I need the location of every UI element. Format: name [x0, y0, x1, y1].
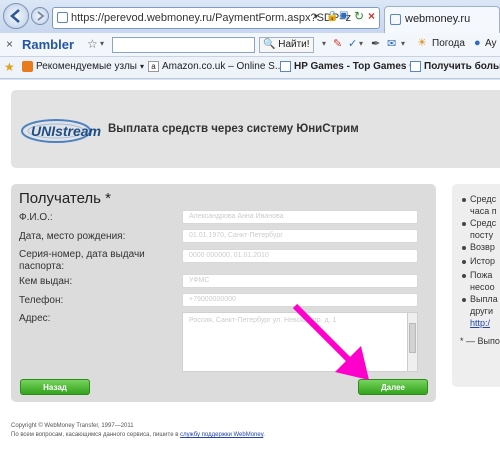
- weather-label[interactable]: Погода: [432, 38, 465, 49]
- chevron-down-icon[interactable]: ▾: [322, 39, 326, 48]
- sidebar-item: Пожа: [470, 270, 493, 280]
- weather-icon[interactable]: ☀: [417, 36, 427, 49]
- tab-page-icon: [390, 14, 401, 25]
- info-sidebar: Средс часа п Средс посту Возвр Истор Пож…: [452, 184, 500, 387]
- logo-text: UNIstream: [31, 123, 102, 139]
- address-text: https://perevod.webmoney.ru/PaymentForm.…: [71, 12, 352, 24]
- favorite-item[interactable]: a Amazon.co.uk – Online S...: [148, 61, 283, 72]
- browser-navigation-bar: https://perevod.webmoney.ru/PaymentForm.…: [0, 0, 500, 33]
- sidebar-note: * — Выпо: [460, 336, 500, 346]
- page-content: UNIstream Выплата средств через систему …: [0, 80, 500, 449]
- support-link[interactable]: службу поддержки WebMoney: [180, 432, 263, 438]
- service-header: UNIstream Выплата средств через систему …: [11, 90, 500, 168]
- page-title: Выплата средств через систему ЮниСтрим: [108, 123, 359, 135]
- tab-title: webmoney.ru: [405, 13, 471, 25]
- bullet: [462, 260, 466, 264]
- rambler-search-button[interactable]: 🔍 Найти!: [259, 37, 314, 53]
- issued-by-field[interactable]: УФМС: [182, 274, 418, 288]
- search-icon: 🔍: [263, 39, 276, 50]
- compat-icon[interactable]: ▣: [339, 10, 348, 21]
- passport-field[interactable]: 0000 000000, 01.01.2010: [182, 249, 418, 263]
- favorite-item[interactable]: HP Games - Top Games▾: [280, 61, 413, 72]
- field-label-name: Ф.И.О.:: [19, 212, 53, 223]
- birth-date-place-field[interactable]: 01.01.1970, Санкт-Петербург: [182, 229, 418, 243]
- chevron-down-icon[interactable]: ▾: [100, 39, 104, 48]
- hp-page-icon: [280, 61, 291, 72]
- favorites-bar: ★ Рекомендуемые узлы ▾ a Amazon.co.uk – On…: [0, 57, 500, 79]
- refresh-icon[interactable]: ↻: [354, 9, 364, 23]
- full-name-field[interactable]: Александрова Анна Иванова: [182, 210, 418, 224]
- field-label-birth: Дата, место рождения:: [19, 231, 126, 242]
- favorites-star-icon[interactable]: ★: [4, 60, 15, 74]
- mail-icon[interactable]: ✉: [387, 37, 396, 50]
- period: .: [263, 432, 265, 438]
- rambler-search-input[interactable]: [112, 37, 255, 53]
- chevron-down-icon: ▾: [139, 62, 144, 72]
- page-icon: [57, 12, 68, 23]
- sidebar-item: Средс: [470, 218, 497, 228]
- close-toolbar-icon[interactable]: ×: [6, 37, 13, 51]
- sidebar-item: Средс: [470, 194, 497, 204]
- bullet: [462, 298, 466, 302]
- stop-icon[interactable]: ×: [368, 9, 375, 23]
- rambler-toolbar: × Rambler ☆ ▾ 🔍 Найти! ▾ ✎ ✓ ▾ ✒ ✉ ▾ ☀ П…: [0, 33, 500, 57]
- back-button[interactable]: Назад: [20, 379, 90, 395]
- back-icon[interactable]: [3, 3, 29, 29]
- tab-fragment-label[interactable]: Ау: [485, 38, 497, 49]
- pointer-arrow: [292, 303, 369, 380]
- favorite-item[interactable]: Рекомендуемые узлы ▾: [22, 61, 144, 72]
- chevron-down-icon[interactable]: ▾: [401, 39, 405, 48]
- sidebar-item: Возвр: [470, 242, 495, 252]
- lock-icon[interactable]: 🔒: [326, 11, 338, 22]
- recipient-form: Получатель * Ф.И.О.: Александрова Анна И…: [11, 184, 436, 402]
- field-label-issued: Кем выдан:: [19, 276, 73, 287]
- copyright-text: Copyright © WebMoney Transfer, 1997—2011: [11, 423, 134, 429]
- orange-folder-icon: [22, 61, 33, 72]
- field-label-address: Адрес:: [19, 313, 51, 324]
- sidebar-item: Выпла: [470, 294, 498, 304]
- support-line: По всем вопросам, касающимся данного сер…: [11, 431, 265, 439]
- amazon-icon: a: [148, 61, 159, 72]
- sidebar-link[interactable]: http:/: [470, 318, 490, 329]
- field-label-passport: Серия-номер, дата выдачи паспорта:: [19, 249, 145, 272]
- page-icon: [410, 61, 421, 72]
- sidebar-item: други: [470, 306, 493, 316]
- favorite-item[interactable]: Получить больше: [410, 61, 500, 72]
- chevron-down-icon[interactable]: ▾: [359, 39, 363, 48]
- forward-icon[interactable]: [31, 7, 49, 25]
- pencil-icon[interactable]: ✎: [333, 37, 342, 50]
- bullet: [462, 222, 466, 226]
- sidebar-item: посту: [470, 230, 494, 240]
- bullet: [462, 246, 466, 250]
- field-label-phone: Телефон:: [19, 295, 64, 306]
- pen-icon[interactable]: ✒: [371, 37, 380, 50]
- scrollbar-thumb[interactable]: [409, 323, 416, 353]
- sidebar-item: Истор: [470, 256, 496, 266]
- star-icon[interactable]: ☆: [87, 37, 98, 51]
- sidebar-item: часа п: [470, 206, 497, 216]
- bullet: [462, 198, 466, 202]
- profile-icon[interactable]: ●: [474, 37, 481, 49]
- bullet: [462, 274, 466, 278]
- dropdown-icon[interactable]: ▾: [314, 12, 318, 21]
- tab-webmoney[interactable]: webmoney.ru: [384, 6, 500, 33]
- search-button-label: Найти!: [278, 39, 310, 50]
- textarea-scrollbar[interactable]: [407, 313, 417, 371]
- highlight-icon[interactable]: ✓: [348, 37, 357, 50]
- sidebar-item: несоо: [470, 282, 495, 292]
- section-title: Получатель *: [19, 190, 111, 207]
- rambler-logo[interactable]: Rambler: [22, 37, 74, 52]
- support-text: По всем вопросам, касающимся данного сер…: [11, 432, 179, 438]
